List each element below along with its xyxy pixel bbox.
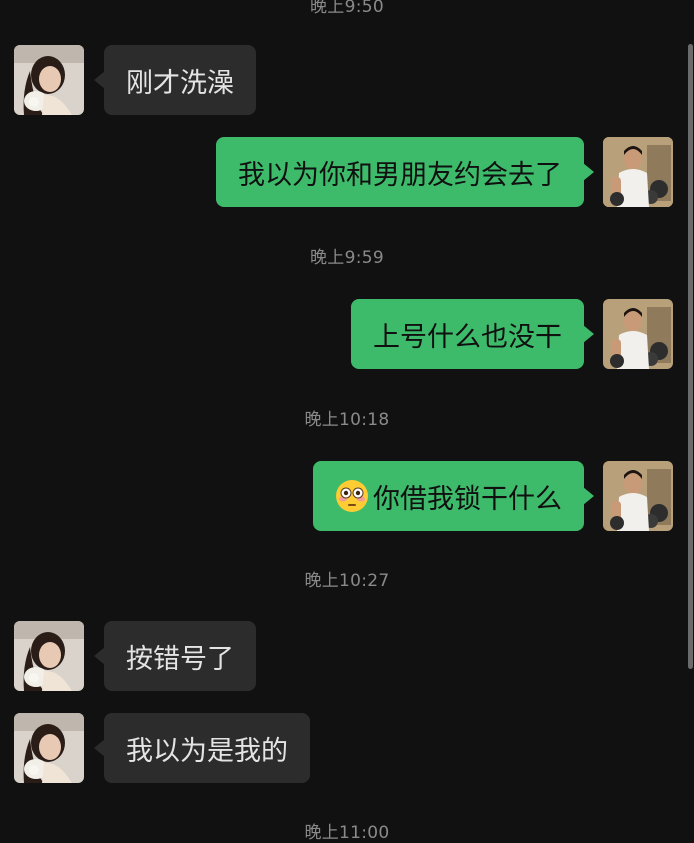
self-avatar[interactable] xyxy=(603,299,673,369)
contact-avatar-image xyxy=(14,621,84,691)
scrollbar[interactable] xyxy=(688,44,693,669)
timestamp: 晚上10:27 xyxy=(304,571,390,591)
contact-avatar-image xyxy=(14,45,84,115)
contact-avatar[interactable] xyxy=(14,713,84,783)
message-text: 按错号了 xyxy=(126,643,234,675)
self-avatar-image xyxy=(603,461,673,531)
self-avatar-image xyxy=(603,137,673,207)
self-avatar[interactable] xyxy=(603,461,673,531)
contact-avatar[interactable] xyxy=(14,621,84,691)
message-bubble-incoming[interactable]: 我以为是我的 xyxy=(94,713,310,783)
flushed-face-emoji-icon xyxy=(335,479,369,513)
timestamp: 晚上9:50 xyxy=(310,0,384,17)
message-bubble-outgoing[interactable]: 你借我锁干什么 xyxy=(313,461,594,531)
message-text: 我以为你和男朋友约会去了 xyxy=(238,159,562,191)
message-text: 刚才洗澡 xyxy=(126,67,234,99)
timestamp: 晚上10:18 xyxy=(304,410,390,430)
chat-conversation[interactable]: 晚上9:50 刚才洗澡 我以为你和男朋友约会去了 晚上9:59 上号什么也没干 … xyxy=(0,0,694,843)
timestamp: 晚上9:59 xyxy=(310,248,384,268)
message-bubble-incoming[interactable]: 按错号了 xyxy=(94,621,256,691)
message-text: 上号什么也没干 xyxy=(373,321,562,353)
message-bubble-outgoing[interactable]: 上号什么也没干 xyxy=(351,299,594,369)
contact-avatar[interactable] xyxy=(14,45,84,115)
timestamp: 晚上11:00 xyxy=(304,823,390,843)
contact-avatar-image xyxy=(14,713,84,783)
self-avatar[interactable] xyxy=(603,137,673,207)
self-avatar-image xyxy=(603,299,673,369)
message-bubble-incoming[interactable]: 刚才洗澡 xyxy=(94,45,256,115)
message-bubble-outgoing[interactable]: 我以为你和男朋友约会去了 xyxy=(216,137,594,207)
message-text: 我以为是我的 xyxy=(126,735,288,767)
message-text: 你借我锁干什么 xyxy=(373,483,562,515)
